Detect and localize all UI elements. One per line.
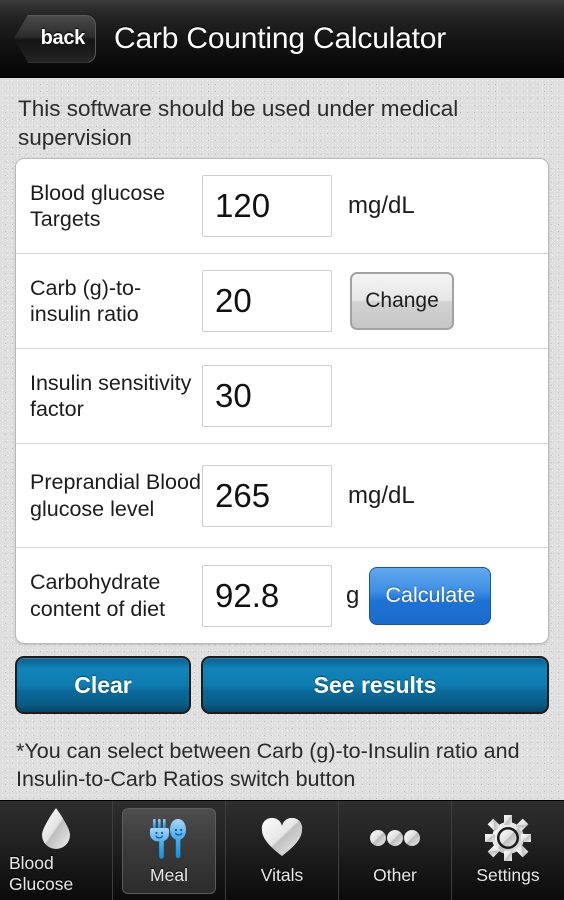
gear-icon	[485, 815, 531, 861]
heart-icon	[260, 815, 304, 861]
blood-glucose-target-input[interactable]: 120	[202, 175, 332, 237]
tab-meal[interactable]: Meal	[113, 801, 226, 900]
three-dots-icon	[369, 815, 421, 861]
tab-label: Vitals	[260, 865, 304, 885]
tab-other[interactable]: Other	[339, 801, 452, 900]
insulin-sensitivity-factor-input[interactable]: 30	[202, 365, 332, 427]
action-button-group: Clear See results	[15, 656, 549, 714]
fork-knife-icon	[147, 815, 191, 861]
tab-label: Blood Glucose	[9, 852, 74, 894]
row-label: Preprandial Blood glucose level	[30, 470, 201, 521]
bottom-tab-bar: Blood Glucose Meal Vitals Other Settings	[0, 800, 564, 900]
tab-settings[interactable]: Settings	[452, 801, 564, 900]
form-row-carbohydrate-content: Carbohydrate content of diet 92.8 g Calc…	[16, 548, 548, 643]
row-label: Insulin sensitivity factor	[30, 370, 192, 421]
tab-label: Settings	[476, 865, 540, 885]
clear-button[interactable]: Clear	[15, 656, 191, 714]
tab-label: Meal	[150, 865, 188, 885]
form-row-insulin-sensitivity-factor: Insulin sensitivity factor 30	[16, 349, 548, 444]
row-label: Blood glucose Targets	[30, 180, 166, 231]
row-label: Carb (g)-to-insulin ratio	[30, 275, 142, 326]
row-unit: mg/dL	[348, 481, 415, 509]
change-button[interactable]: Change	[350, 272, 454, 330]
carbohydrate-content-input[interactable]: 92.8	[202, 564, 332, 627]
preprandial-blood-glucose-input[interactable]: 265	[202, 464, 332, 527]
form-row-preprandial-blood-glucose: Preprandial Blood glucose level 265 mg/d…	[16, 444, 548, 548]
form-row-blood-glucose-targets: Blood glucose Targets 120 mg/dL	[16, 159, 548, 254]
footnote-text: *You can select between Carb (g)-to-Insu…	[16, 739, 520, 791]
form-row-carb-to-insulin-ratio: Carb (g)-to-insulin ratio 20 Change	[16, 254, 548, 349]
title-bar: back Carb Counting Calculator	[0, 0, 564, 78]
tab-vitals[interactable]: Vitals	[226, 801, 339, 900]
calculate-button[interactable]: Calculate	[369, 566, 492, 625]
page-title: Carb Counting Calculator	[114, 21, 447, 55]
row-unit: g	[346, 581, 360, 609]
back-button[interactable]: back	[14, 14, 96, 63]
tab-blood-glucose[interactable]: Blood Glucose	[0, 801, 113, 900]
back-button-label: back	[40, 27, 86, 49]
droplet-icon	[41, 807, 71, 849]
row-unit: mg/dL	[348, 192, 415, 219]
carb-to-insulin-ratio-input[interactable]: 20	[202, 270, 332, 332]
row-label: Carbohydrate content of diet	[30, 570, 166, 621]
medical-supervision-notice: This software should be used under medic…	[18, 96, 459, 150]
content-area: This software should be used under medic…	[0, 78, 564, 800]
tab-label: Other	[373, 865, 417, 885]
calculator-form-card: Blood glucose Targets 120 mg/dL Carb (g)…	[15, 158, 549, 644]
see-results-button[interactable]: See results	[201, 656, 549, 714]
